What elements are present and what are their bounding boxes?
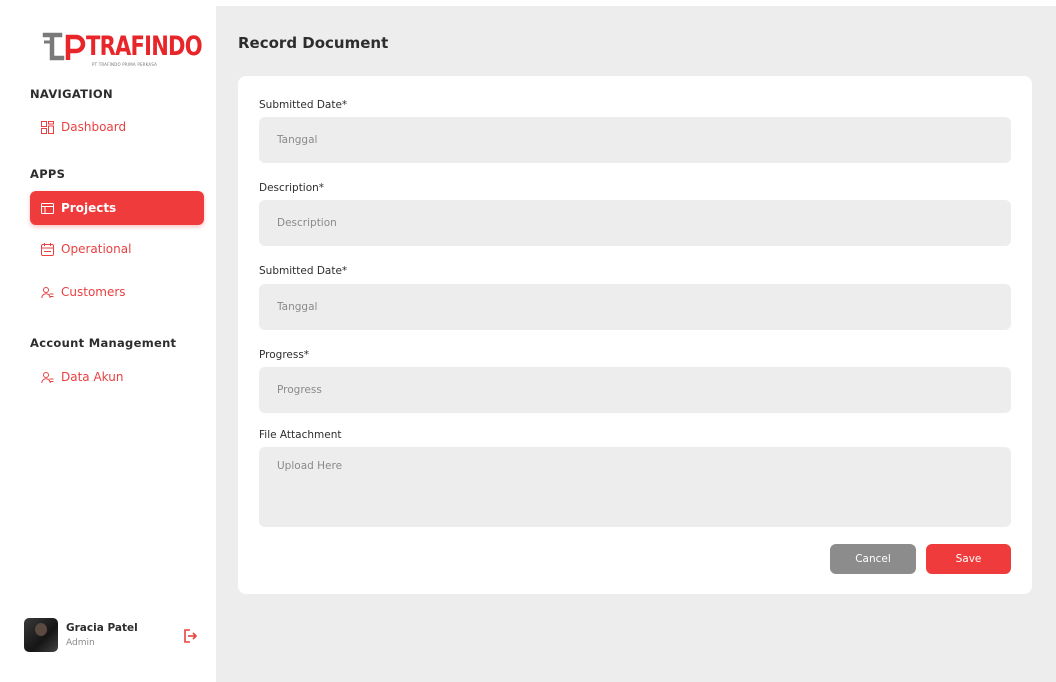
progress-input[interactable] — [259, 367, 1011, 413]
sidebar-item-dashboard[interactable]: Dashboard — [30, 110, 204, 144]
sidebar-item-label: Data Akun — [61, 370, 124, 384]
sidebar: TRAFINDO PT TRAFINDO PRIMA PERKASA NAVIG… — [8, 6, 216, 682]
profile-role: Admin — [66, 638, 95, 648]
progress-label: Progress* — [259, 349, 310, 361]
description-input[interactable] — [259, 200, 1011, 246]
file-attachment-upload[interactable] — [259, 447, 1011, 527]
sidebar-item-operational[interactable]: Operational — [30, 232, 204, 266]
sidebar-item-customers[interactable]: Customers — [30, 275, 204, 309]
logout-icon[interactable] — [182, 628, 198, 644]
profile-name: Gracia Patel — [66, 622, 138, 634]
section-title-apps: APPS — [30, 167, 66, 181]
user-profile: Gracia Patel Admin — [24, 618, 204, 658]
submitted-date-label-2: Submitted Date* — [259, 265, 348, 277]
sidebar-item-data-akun[interactable]: Data Akun — [30, 360, 204, 394]
avatar — [24, 618, 58, 652]
brand-logo[interactable]: TRAFINDO PT TRAFINDO PRIMA PERKASA — [42, 30, 203, 70]
submitted-date-input[interactable] — [259, 117, 1011, 163]
save-button[interactable]: Save — [926, 544, 1011, 574]
brand-name: TRAFINDO — [86, 31, 203, 62]
cancel-button[interactable]: Cancel — [830, 544, 916, 574]
submitted-date-label: Submitted Date* — [259, 99, 348, 111]
users-icon — [40, 285, 54, 299]
description-label: Description* — [259, 182, 325, 194]
calendar-icon — [40, 242, 54, 256]
section-title-account-management: Account Management — [30, 336, 177, 350]
page-title: Record Document — [238, 34, 389, 52]
trafindo-logo-icon — [42, 32, 86, 61]
sidebar-item-label: Operational — [61, 242, 132, 256]
sidebar-item-label: Dashboard — [61, 120, 127, 134]
record-document-form: Submitted Date* Description* Submitted D… — [238, 76, 1032, 594]
submitted-date-input-2[interactable] — [259, 284, 1011, 330]
sidebar-item-projects[interactable]: Projects — [30, 191, 204, 225]
section-title-navigation: NAVIGATION — [30, 87, 113, 101]
main-content: Record Document Submitted Date* Descript… — [216, 6, 1056, 682]
sidebar-item-label: Customers — [61, 285, 126, 299]
dashboard-grid-icon — [40, 120, 54, 134]
users-icon — [40, 370, 54, 384]
sidebar-item-label: Projects — [61, 201, 117, 215]
projects-icon — [40, 201, 54, 215]
brand-tagline: PT TRAFINDO PRIMA PERKASA — [92, 62, 158, 67]
file-attachment-label: File Attachment — [259, 429, 342, 441]
